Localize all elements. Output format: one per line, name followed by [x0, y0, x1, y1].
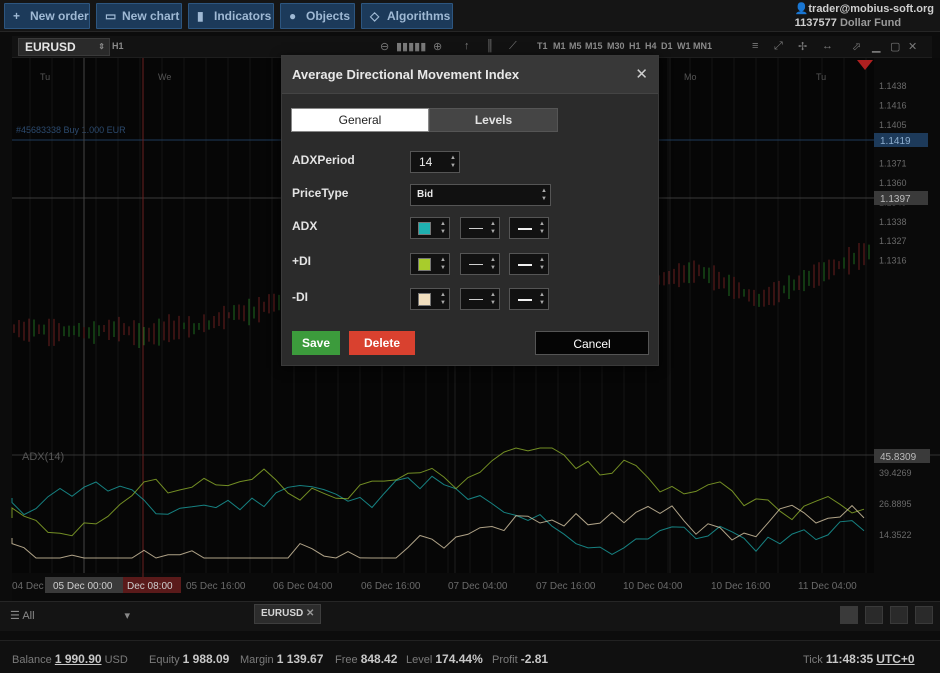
stepper-icon: ▲ ▼ — [539, 257, 545, 271]
adx-label: ADX — [292, 219, 318, 233]
adx-period-input[interactable]: 14 ▲ ▼ — [410, 151, 460, 173]
adx-line-style-select[interactable]: ▲ ▼ — [460, 217, 500, 239]
delete-button[interactable]: Delete — [349, 331, 415, 355]
plus-di-color-swatch — [418, 258, 431, 271]
line-width-icon — [518, 264, 532, 266]
line-width-icon — [518, 228, 532, 230]
dialog-title: Average Directional Movement Index — [292, 67, 520, 82]
dialog-header: Average Directional Movement Index ✕ — [282, 56, 658, 94]
adx-period-label: ADXPeriod — [292, 153, 355, 167]
stepper-icon: ▲ ▼ — [490, 257, 496, 271]
stepper-icon: ▲ ▼ — [490, 221, 496, 235]
minus-di-color-swatch — [418, 293, 431, 306]
line-style-icon — [469, 228, 483, 229]
plus-di-label: +DI — [292, 254, 312, 268]
minus-di-label: -DI — [292, 290, 308, 304]
price-type-select[interactable]: Bid ▲ ▼ — [410, 184, 551, 206]
stepper-icon: ▲ ▼ — [440, 221, 446, 235]
dialog-tabs: General Levels — [291, 108, 558, 132]
indicator-settings-dialog: Average Directional Movement Index ✕ Gen… — [281, 55, 659, 366]
stepper-icon: ▲ ▼ — [490, 292, 496, 306]
line-style-icon — [469, 264, 483, 265]
adx-line-width-select[interactable]: ▲ ▼ — [509, 217, 549, 239]
plus-di-color-picker[interactable]: ▲ ▼ — [410, 253, 450, 275]
close-icon[interactable]: ✕ — [635, 65, 648, 83]
trading-app: + New order ▭ New chart ▮ Indicators ● Objec… — [0, 0, 940, 673]
line-style-icon — [469, 299, 483, 300]
minus-di-line-width-select[interactable]: ▲ ▼ — [509, 288, 549, 310]
minus-di-color-picker[interactable]: ▲ ▼ — [410, 288, 450, 310]
plus-di-line-width-select[interactable]: ▲ ▼ — [509, 253, 549, 275]
price-type-label: PriceType — [292, 186, 349, 200]
cancel-button[interactable]: Cancel — [535, 331, 649, 355]
stepper-icon: ▲ ▼ — [440, 292, 446, 306]
tab-levels[interactable]: Levels — [429, 108, 558, 132]
stepper-icon: ▲ ▼ — [440, 257, 446, 271]
plus-di-line-style-select[interactable]: ▲ ▼ — [460, 253, 500, 275]
chevron-updown-icon: ▲ ▼ — [541, 188, 547, 202]
adx-color-swatch — [418, 222, 431, 235]
adx-color-picker[interactable]: ▲ ▼ — [410, 217, 450, 239]
minus-di-line-style-select[interactable]: ▲ ▼ — [460, 288, 500, 310]
stepper-icon: ▲ ▼ — [539, 221, 545, 235]
stepper-icon[interactable]: ▲ ▼ — [450, 154, 456, 170]
stepper-icon: ▲ ▼ — [539, 292, 545, 306]
save-button[interactable]: Save — [292, 331, 340, 355]
tab-general[interactable]: General — [291, 108, 429, 132]
line-width-icon — [518, 299, 532, 301]
